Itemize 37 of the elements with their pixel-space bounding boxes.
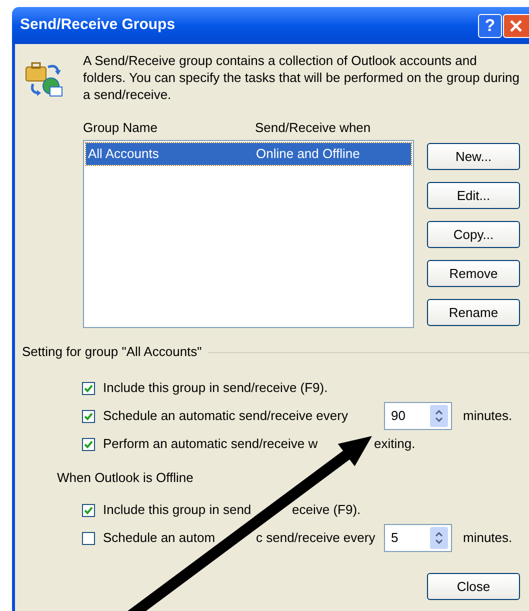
close-window-button[interactable] — [503, 14, 529, 38]
help-button[interactable]: ? — [478, 14, 502, 38]
unit-label: minutes. — [463, 407, 512, 426]
option-label: c send/receive every — [256, 529, 376, 548]
checkbox[interactable] — [82, 382, 95, 394]
option-label: exiting. — [374, 435, 416, 454]
option-label: Perform an automatic send/receive w — [103, 435, 319, 454]
group-title: Setting for group "All Accounts" — [22, 343, 202, 362]
dialog-button[interactable]: Copy... — [427, 221, 520, 248]
close-button[interactable]: Close — [427, 573, 520, 600]
checkbox[interactable] — [82, 532, 95, 544]
dialog-button[interactable]: Edit... — [427, 182, 520, 209]
checkbox[interactable] — [82, 410, 95, 422]
close-icon — [509, 18, 523, 32]
number-spinner[interactable]: 5 — [384, 524, 452, 552]
number-spinner[interactable]: 90 — [384, 402, 452, 430]
dialog-button[interactable]: New... — [427, 143, 520, 170]
option-label: Schedule an automatic send/receive every — [103, 407, 348, 426]
column-header: Group Name — [83, 119, 158, 138]
list-cell-text: All Accounts — [88, 145, 160, 164]
option-label: eceive (F9). — [292, 501, 361, 520]
dialog-button[interactable]: Rename — [427, 299, 520, 326]
window-title: Send/Receive Groups — [20, 15, 176, 36]
spin-arrows-icon[interactable] — [430, 527, 448, 549]
column-header: Send/Receive when — [255, 119, 371, 138]
checkbox[interactable] — [82, 504, 95, 516]
description-text: A Send/Receive group contains a collection of Outlook accounts and folders. You can specify the tasks that will be performed on the group during a send/receive. — [83, 52, 520, 103]
unit-label: minutes. — [463, 529, 512, 548]
section-label: When Outlook is Offline — [57, 469, 194, 488]
dialog-button[interactable]: Remove — [427, 260, 520, 287]
list-row[interactable]: All Accounts Online and Offline — [86, 143, 411, 165]
list-cell-text: Online and Offline — [256, 145, 360, 164]
spin-arrows-icon[interactable] — [430, 405, 448, 427]
option-label: Include this group in send — [103, 501, 252, 520]
option-label: Schedule an autom — [103, 529, 216, 548]
option-label: Include this group in send/receive (F9). — [103, 379, 328, 398]
checkbox[interactable] — [82, 438, 95, 450]
